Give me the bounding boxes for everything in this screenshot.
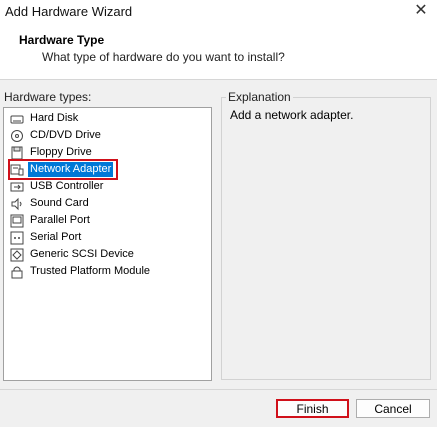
explanation-group: Explanation Add a network adapter. <box>221 90 431 380</box>
list-item-floppy[interactable]: Floppy Drive <box>10 144 94 161</box>
list-item-label: Parallel Port <box>30 214 90 226</box>
list-item-label: Serial Port <box>30 231 82 243</box>
usb-icon <box>10 180 24 194</box>
list-item-label: CD/DVD Drive <box>30 129 101 141</box>
cd-dvd-icon <box>10 129 24 143</box>
list-item-cd-dvd[interactable]: CD/DVD Drive <box>10 127 103 144</box>
explanation-legend: Explanation <box>226 90 293 104</box>
footer-divider <box>0 389 437 390</box>
floppy-icon <box>10 146 24 160</box>
title-bar: Add Hardware Wizard ✕ <box>0 0 437 24</box>
finish-button[interactable]: Finish <box>276 399 349 418</box>
list-item-serial-port[interactable]: Serial Port <box>10 229 83 246</box>
parallel-port-icon <box>10 214 24 228</box>
tpm-icon <box>10 265 24 279</box>
close-icon[interactable]: ✕ <box>413 2 429 20</box>
sound-icon <box>10 197 24 211</box>
list-item-label: Floppy Drive <box>30 146 92 158</box>
list-item-parallel-port[interactable]: Parallel Port <box>10 212 92 229</box>
list-item-tpm[interactable]: Trusted Platform Module <box>10 263 152 280</box>
window-title: Add Hardware Wizard <box>5 4 133 19</box>
hard-disk-icon <box>10 112 24 126</box>
hardware-types-list[interactable]: Hard Disk CD/DVD Drive Floppy Drive Netw… <box>3 107 212 381</box>
list-item-label: USB Controller <box>30 180 104 192</box>
network-adapter-icon <box>10 163 24 177</box>
hardware-types-label: Hardware types: <box>4 90 92 104</box>
list-item-sound-card[interactable]: Sound Card <box>10 195 91 212</box>
list-item-network-adapter[interactable]: Network Adapter <box>7 159 119 180</box>
list-item-label: Trusted Platform Module <box>30 265 151 277</box>
wizard-header: Hardware Type What type of hardware do y… <box>0 24 437 80</box>
list-item-label: Network Adapter <box>28 162 114 177</box>
explanation-text: Add a network adapter. <box>230 108 354 122</box>
cancel-button[interactable]: Cancel <box>356 399 430 418</box>
list-item-hard-disk[interactable]: Hard Disk <box>10 110 80 127</box>
page-title: Hardware Type <box>19 33 105 47</box>
list-item-generic-scsi[interactable]: Generic SCSI Device <box>10 246 136 263</box>
list-item-usb-controller[interactable]: USB Controller <box>10 178 105 195</box>
serial-port-icon <box>10 231 24 245</box>
page-subtitle: What type of hardware do you want to ins… <box>42 50 285 64</box>
scsi-icon <box>10 248 24 262</box>
list-item-label: Hard Disk <box>30 112 79 124</box>
list-item-label: Sound Card <box>30 197 89 209</box>
list-item-label: Generic SCSI Device <box>30 248 134 260</box>
